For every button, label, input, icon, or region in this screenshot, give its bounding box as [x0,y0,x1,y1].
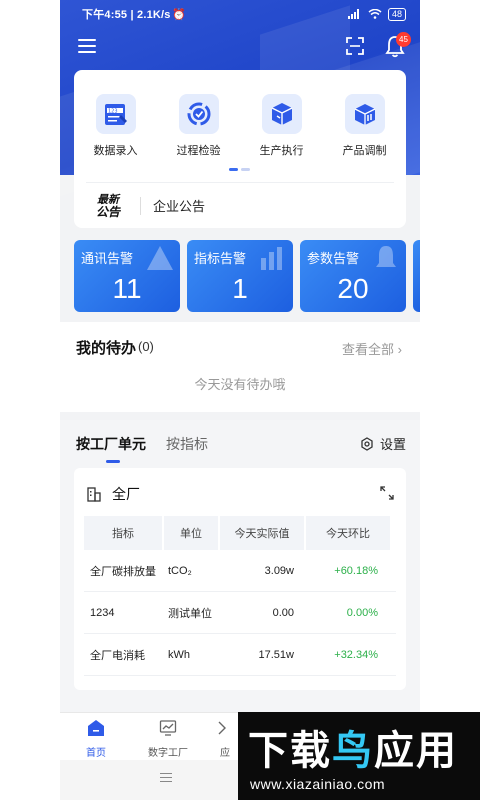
scan-icon[interactable] [346,37,364,55]
alert-label: 指标告警 [194,251,247,266]
cell-change: 0.00% [346,606,378,619]
watermark-url: www.xiazainiao.com [250,776,386,792]
menu-key-icon[interactable] [160,773,172,785]
table-row[interactable]: 1234 测试单位 0.00 0.00% [84,592,396,634]
alert-value: 1 [232,273,248,304]
process-inspection-icon [178,94,219,134]
alert-value: 20 [337,273,369,304]
alert-cards: 通讯告警 11 指标告警 1 参数告警 20 [74,240,420,312]
cell-unit: 测试单位 [168,607,212,620]
nav-label: 首页 [86,748,106,759]
cell-actual: 3.09w [264,564,294,577]
settings-label: 设置 [379,437,406,452]
gear-icon [361,436,373,451]
announcement-text: 企业公告 [153,199,206,214]
notification-badge: 45 [396,32,411,47]
expand-icon[interactable] [380,486,394,500]
home-icon [88,720,104,736]
tab-factory-unit[interactable]: 按工厂单元 [76,434,146,463]
alarm-icon: ⏰ [172,8,186,21]
quick-action-product-modulation[interactable]: 产品调制 [330,94,400,158]
status-bar: 下午4:55 | 2.1K/s ⏰ 48 [60,0,420,28]
column-header: 单位 [164,516,218,550]
column-header: 指标 [84,516,162,550]
quick-actions-card: 123 数据录入 过程检验 生产执行 产品调制 最新 公告 企业公告 [74,70,406,228]
cell-actual: 17.51w [258,648,294,661]
alert-card-parameter[interactable]: 参数告警 20 [300,240,406,312]
chart-icon [261,247,282,270]
watermark-title: 下载鸟应用 [248,729,458,773]
column-header: 今天实际值 [220,516,304,550]
carousel-dots [229,168,250,171]
metrics-section: 按工厂单元 按指标 设置 全厂 指标 单位 今天实际值 今天环比 全厂碳排放量 … [60,420,420,712]
settings-button[interactable]: 设置 [360,434,406,453]
metrics-tabs: 按工厂单元 按指标 [76,434,208,463]
cell-indicator: 全厂电消耗 [90,649,145,662]
quick-action-process-inspection[interactable]: 过程检验 [164,94,234,158]
bell-icon [376,246,396,267]
alert-value: 11 [112,273,142,304]
alert-card-partial[interactable] [413,240,420,312]
status-time: 下午4:55 | 2.1K/s [82,9,171,21]
todo-title: 我的待办 [76,340,137,357]
cell-change: +60.18% [334,564,378,577]
wifi-icon [368,9,382,19]
table-header: 指标 单位 今天实际值 今天环比 [84,516,396,550]
todo-count: (0) [138,339,154,354]
nav-label: 应 [220,748,230,759]
building-icon [87,487,101,502]
monitor-chart-icon [159,720,177,736]
cell-unit: tCO₂ [168,564,192,577]
nav-label: 数字工厂 [148,748,188,759]
alert-label: 通讯告警 [81,251,134,266]
left-margin [0,0,60,800]
view-all-link[interactable]: 查看全部 › [342,339,402,358]
nav-home[interactable]: 首页 [66,717,126,759]
alert-card-indicator[interactable]: 指标告警 1 [187,240,293,312]
cell-indicator: 1234 [90,606,115,619]
chevron-right-icon: › [397,342,402,357]
quick-action-label: 生产执行 [259,145,304,157]
product-modulation-icon [344,94,385,134]
announcement-logo: 最新 公告 [95,193,120,219]
card-title: 全厂 [112,486,140,502]
alert-label: 参数告警 [307,251,360,266]
factory-metrics-card: 全厂 指标 单位 今天实际值 今天环比 全厂碳排放量 tCO₂ 3.09w +6… [74,468,406,690]
quick-action-label: 过程检验 [176,145,221,157]
data-entry-icon: 123 [95,94,136,134]
nav-applications[interactable]: 应 [210,717,240,759]
watermark-banner: 下载鸟应用 www.xiazainiao.com [238,712,480,800]
cell-change: +32.34% [334,648,378,661]
quick-action-data-entry[interactable]: 123 数据录入 [81,94,151,158]
todo-section: 我的待办 (0) 查看全部 › 今天没有待办哦 [60,322,420,412]
todo-empty-text: 今天没有待办哦 [194,377,286,392]
card-header: 全厂 [86,484,140,504]
production-execution-icon [261,94,302,134]
cell-indicator: 全厂碳排放量 [90,565,156,578]
svg-text:123: 123 [108,109,118,115]
quick-action-label: 数据录入 [93,145,138,157]
cell-unit: kWh [168,648,190,661]
tab-by-indicator[interactable]: 按指标 [166,434,208,454]
quick-action-production-execution[interactable]: 生产执行 [247,94,317,158]
table-row[interactable]: 全厂电消耗 kWh 17.51w +32.34% [84,634,396,676]
warning-icon [147,246,173,270]
table-row[interactable]: 全厂碳排放量 tCO₂ 3.09w +60.18% [84,550,396,592]
announcement-bar[interactable]: 最新 公告 企业公告 [86,182,394,228]
apps-icon [218,721,226,735]
menu-icon[interactable] [78,39,96,53]
phone-screen: 下午4:55 | 2.1K/s ⏰ 48 45 123 数据录入 过程检验 生产… [60,0,420,800]
cell-actual: 0.00 [272,606,294,619]
alert-card-communication[interactable]: 通讯告警 11 [74,240,180,312]
top-bar: 45 [60,30,420,64]
quick-action-label: 产品调制 [342,145,387,157]
divider [140,196,141,215]
metrics-table: 指标 单位 今天实际值 今天环比 全厂碳排放量 tCO₂ 3.09w +60.1… [84,516,396,676]
signal-icon [347,9,359,19]
nav-digital-factory[interactable]: 数字工厂 [138,717,198,759]
battery-icon: 48 [387,7,406,21]
right-margin [420,0,480,800]
column-header: 今天环比 [306,516,390,550]
